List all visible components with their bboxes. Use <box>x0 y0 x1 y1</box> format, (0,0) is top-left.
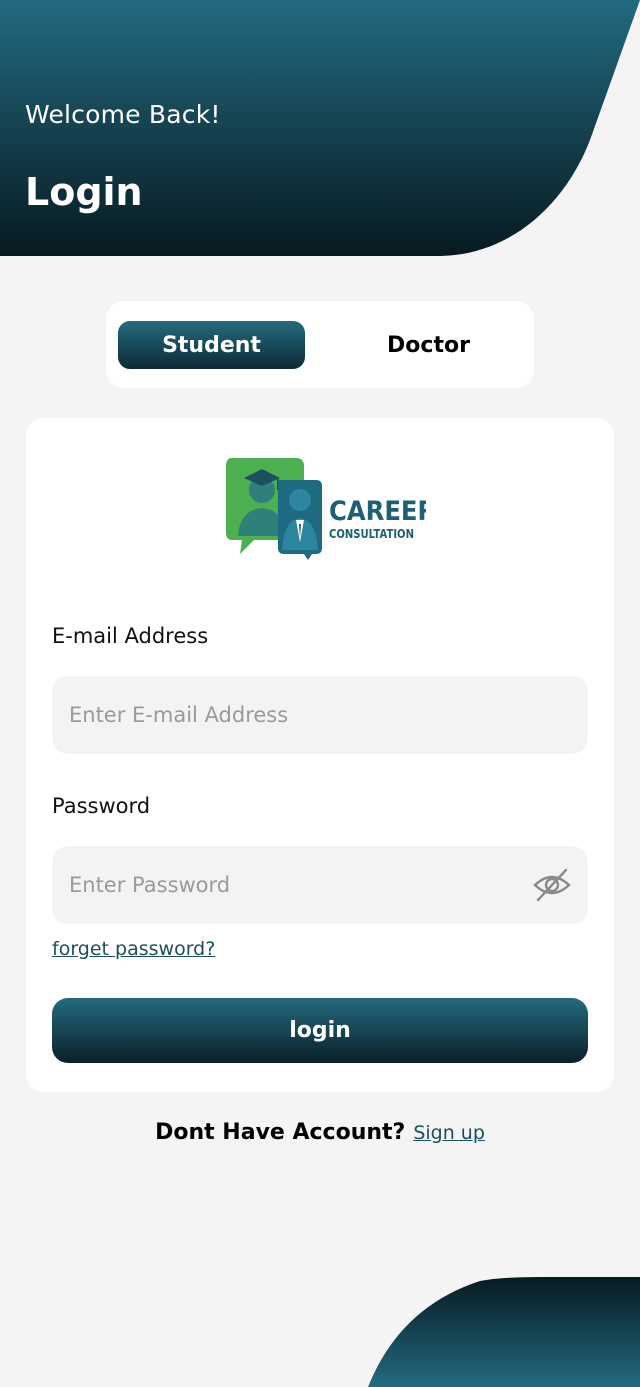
career-consultation-logo: CAREER CONSULTATION <box>226 458 426 560</box>
user-type-toggle: Student Doctor <box>106 301 534 388</box>
logo-title: CAREER <box>329 496 426 527</box>
tab-student[interactable]: Student <box>118 321 305 369</box>
email-label: E-mail Address <box>52 624 209 648</box>
signup-question: Dont Have Account? <box>155 1120 406 1145</box>
eye-off-icon[interactable] <box>532 866 572 904</box>
welcome-text: Welcome Back! <box>25 100 221 129</box>
login-card: CAREER CONSULTATION E-mail Address Passw… <box>26 418 614 1092</box>
login-button[interactable]: login <box>52 998 588 1063</box>
password-label: Password <box>52 794 151 818</box>
signup-row: Dont Have Account? Sign up <box>0 1120 640 1145</box>
tab-doctor[interactable]: Doctor <box>335 321 522 369</box>
email-field[interactable] <box>52 676 588 754</box>
footer-background <box>368 1277 640 1387</box>
password-field-container <box>52 846 588 924</box>
forgot-password-link[interactable]: forget password? <box>52 938 215 960</box>
signup-link[interactable]: Sign up <box>413 1122 485 1144</box>
logo-subtitle: CONSULTATION <box>329 527 414 541</box>
page-title: Login <box>25 170 143 214</box>
email-field-container <box>52 676 588 754</box>
password-field[interactable] <box>52 846 588 924</box>
